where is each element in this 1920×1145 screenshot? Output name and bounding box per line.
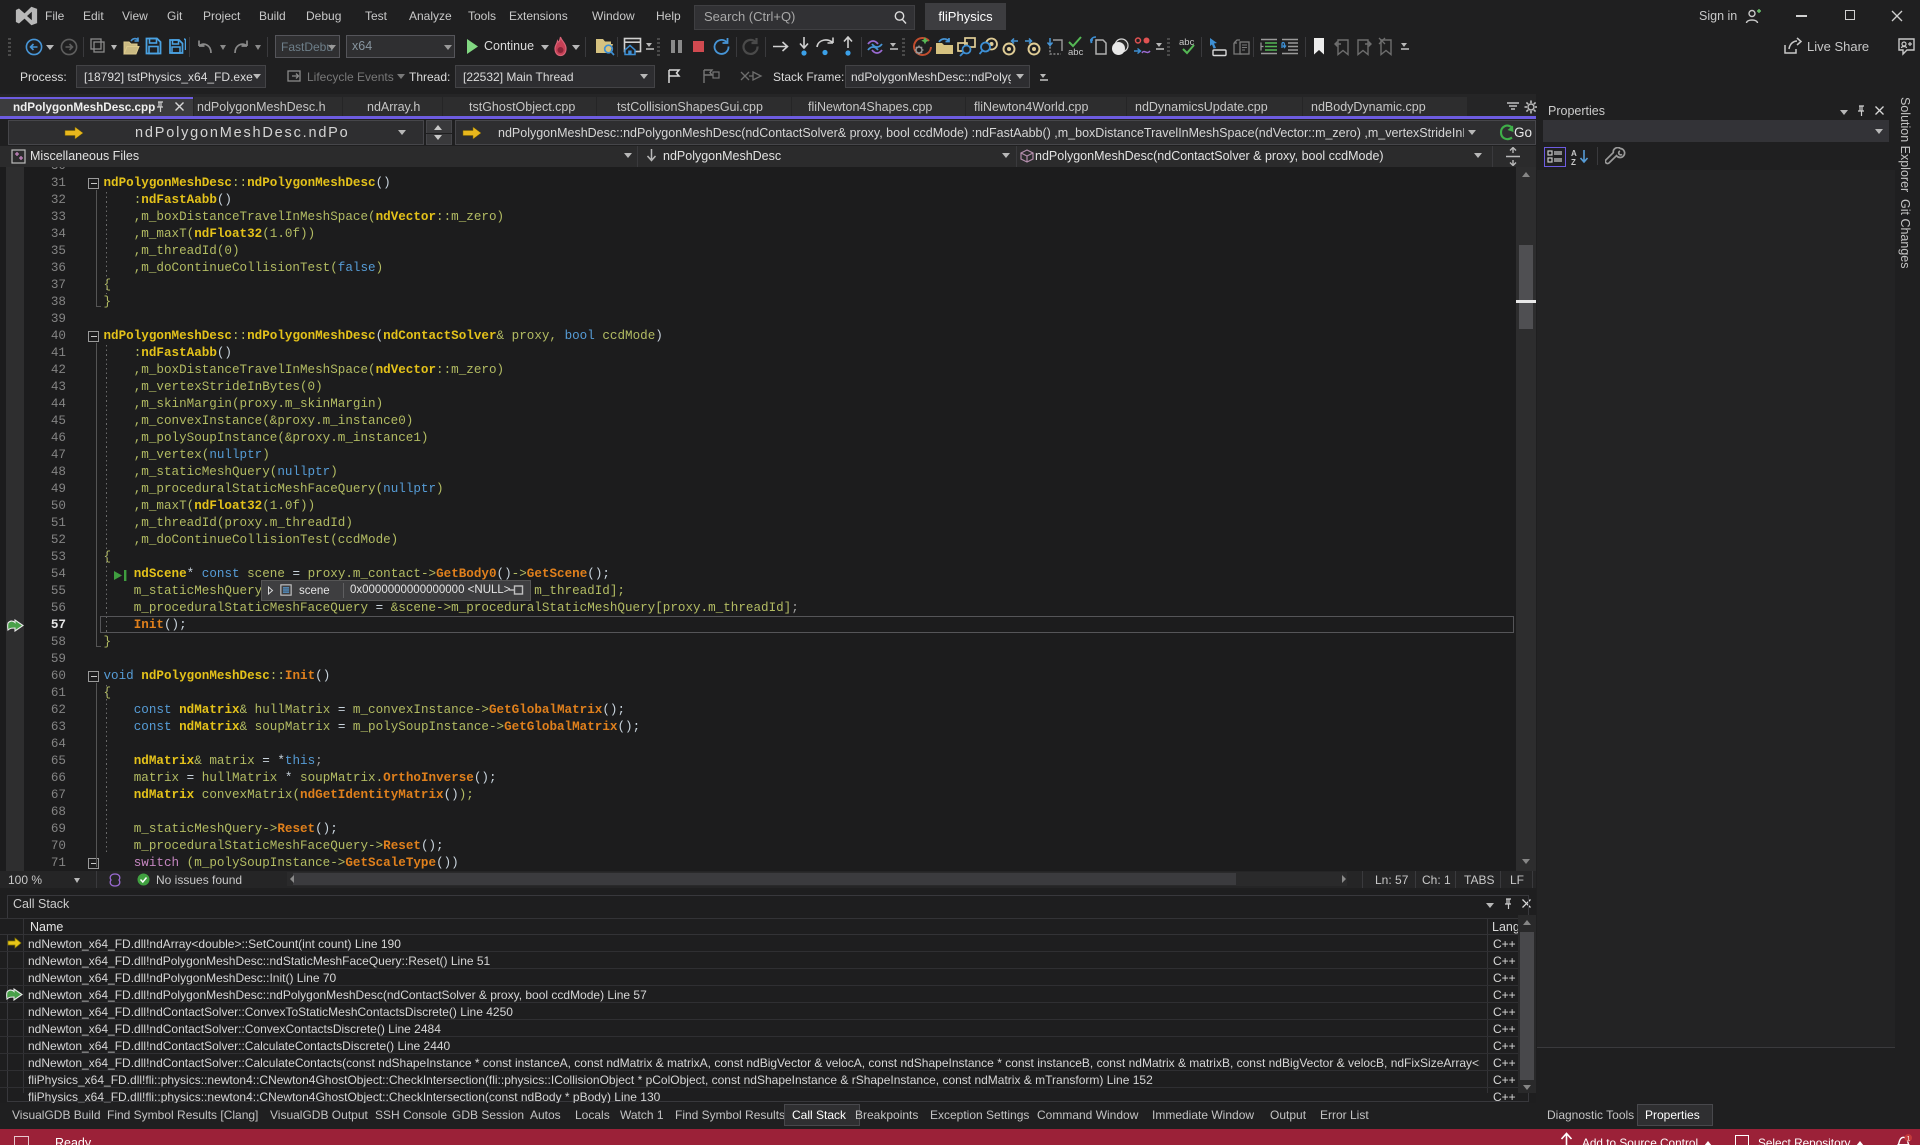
svg-text:1: 1	[1907, 1135, 1911, 1142]
svg-text:abc: abc	[1068, 47, 1084, 57]
svg-text:Z: Z	[1571, 158, 1576, 166]
svg-text:A: A	[1571, 149, 1577, 158]
